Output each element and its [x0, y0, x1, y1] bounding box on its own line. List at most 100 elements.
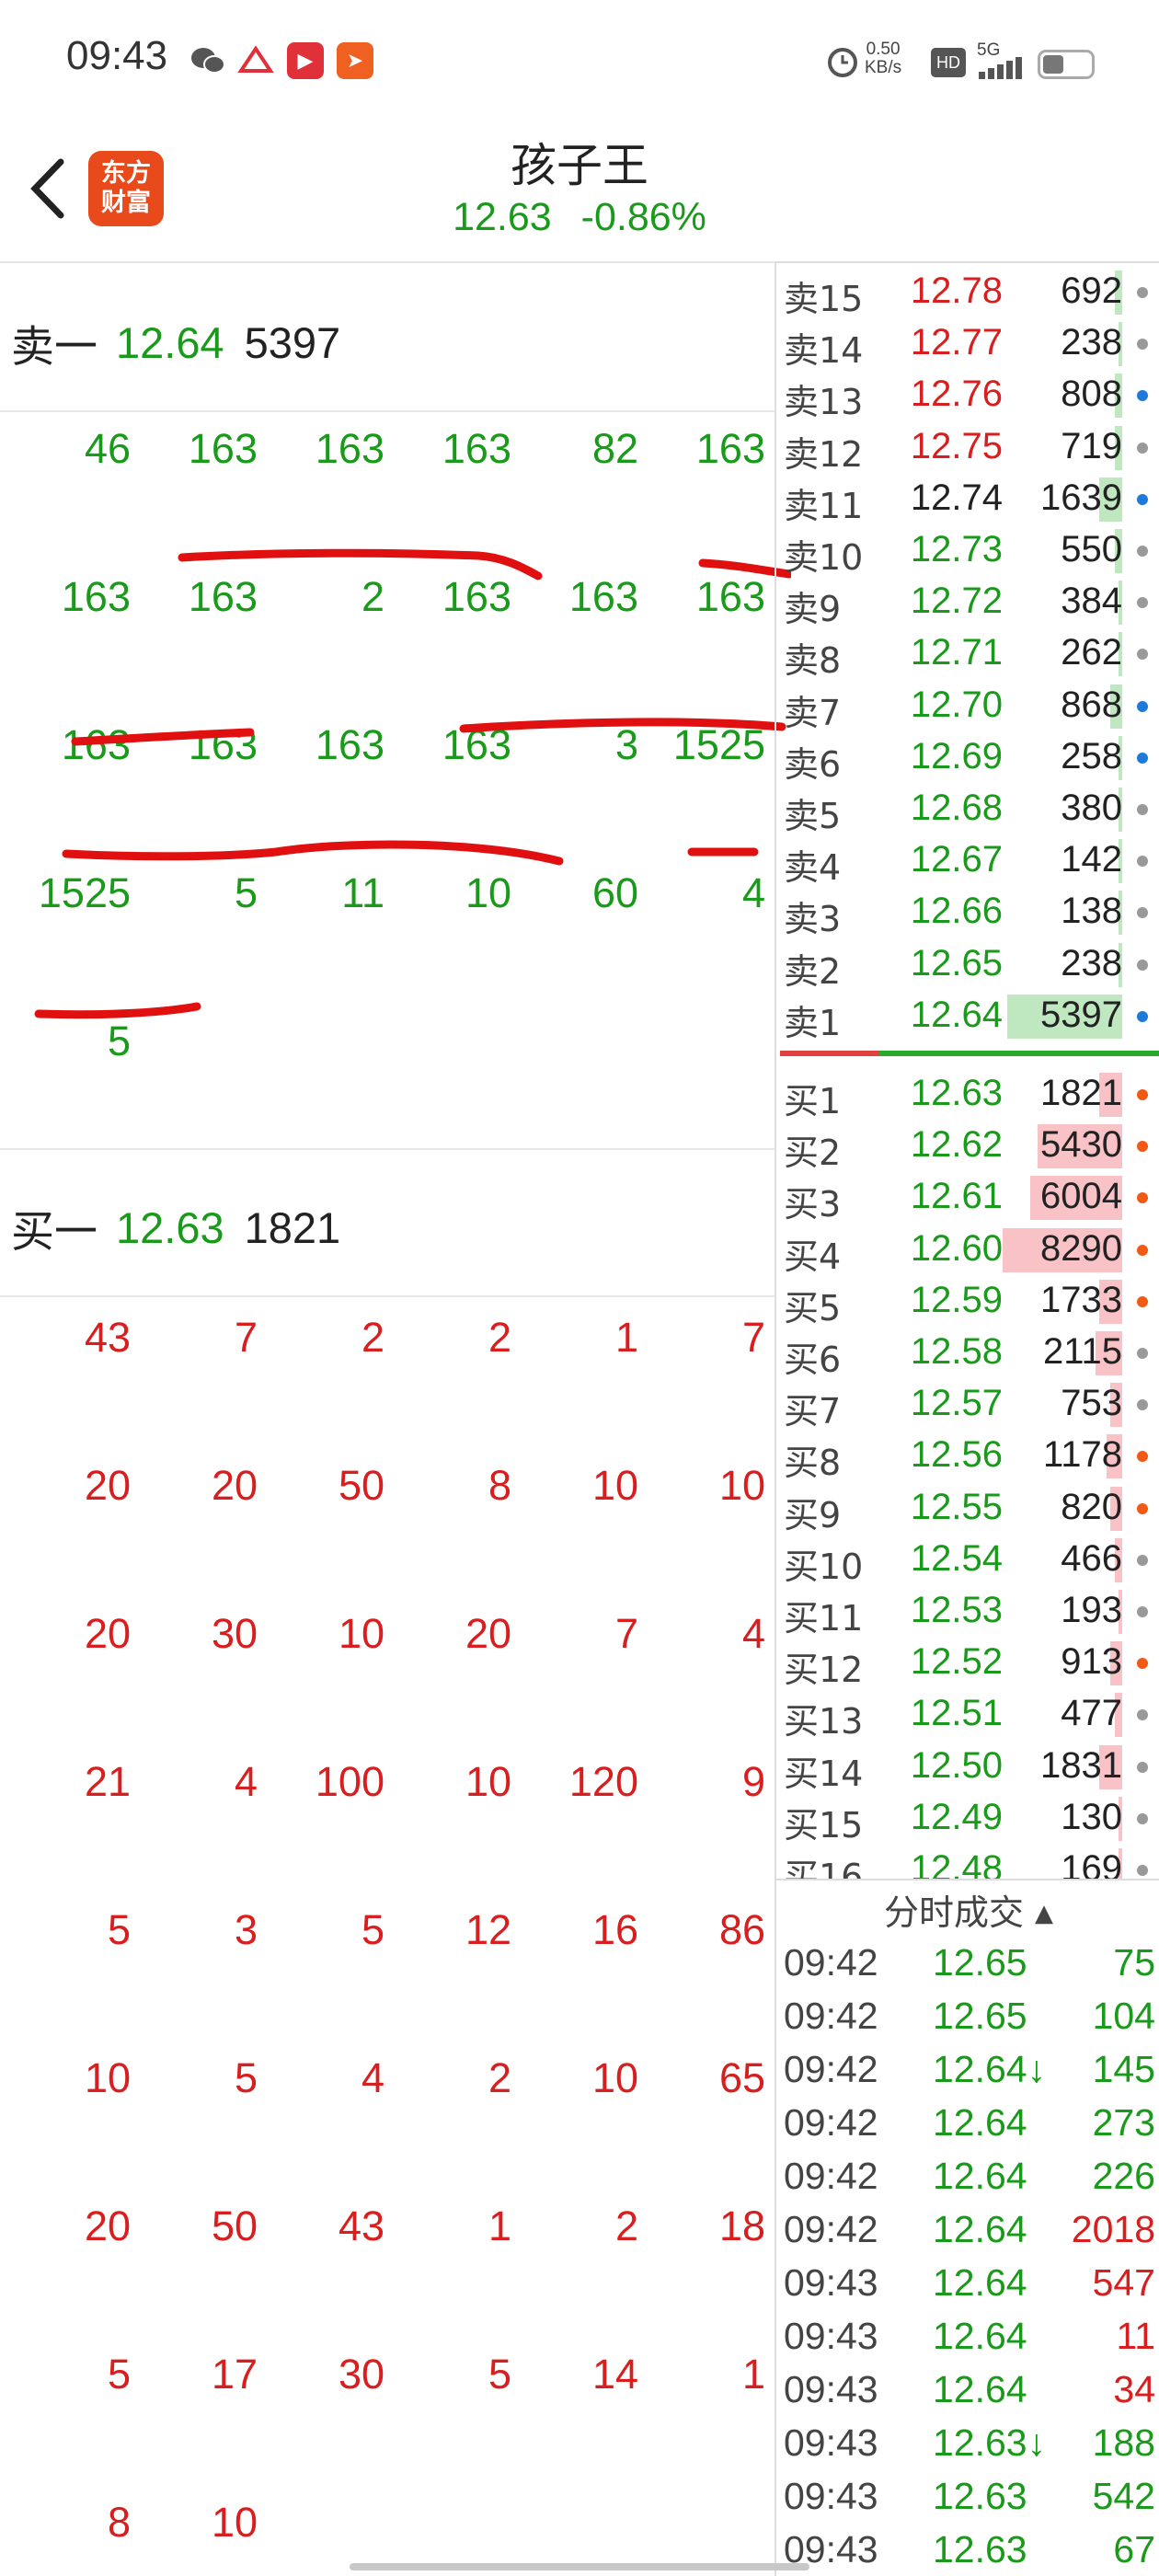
order-dot-icon: [1137, 1761, 1148, 1773]
level-label: 卖10: [784, 537, 864, 578]
order-book-row[interactable]: 买11 12.53 193: [776, 1586, 1159, 1639]
level-label: 买11: [784, 1598, 864, 1639]
order-book-row[interactable]: 买7 12.57 753: [776, 1379, 1159, 1432]
order-book-row[interactable]: 卖14 12.77 238: [776, 318, 1159, 371]
trade-row[interactable]: 09:43 12.63↓ 188: [776, 2418, 1159, 2469]
trade-row[interactable]: 09:42 12.65 104: [776, 1991, 1159, 2042]
level-volume: 5397: [1040, 994, 1122, 1035]
order-dot-icon: [1137, 1606, 1148, 1617]
order-dot-icon: [1137, 1554, 1148, 1566]
trade-volume: 226: [1092, 2155, 1155, 2197]
order-book-row[interactable]: 买8 12.56 1178: [776, 1431, 1159, 1483]
trade-row[interactable]: 09:42 12.64↓ 145: [776, 2044, 1159, 2096]
trade-price: 12.64: [933, 2101, 1027, 2144]
level-price: 12.56: [910, 1434, 1003, 1476]
level-price: 12.57: [910, 1383, 1003, 1424]
alarm-icon: [824, 42, 861, 79]
order-book-row[interactable]: 卖2 12.65 238: [776, 939, 1159, 992]
order-book-row[interactable]: 买16 12.48 169: [776, 1845, 1159, 1879]
level-label: 卖1: [784, 1002, 842, 1043]
order-book-row[interactable]: 买3 12.61 6004: [776, 1172, 1159, 1225]
trade-time: 09:42: [784, 1941, 878, 1984]
queue-order: 30: [338, 2351, 384, 2398]
order-book-row[interactable]: 买4 12.60 8290: [776, 1225, 1159, 1277]
divider: [0, 1148, 775, 1150]
level-price: 12.65: [910, 942, 1003, 983]
annotation-stroke: [34, 1002, 201, 1019]
order-book-row[interactable]: 卖11 12.74 1639: [776, 474, 1159, 526]
queue-order: 18: [718, 2202, 765, 2249]
order-dot-icon: [1137, 546, 1148, 557]
level-price: 12.50: [910, 1744, 1003, 1786]
order-dot-icon: [1137, 1865, 1148, 1876]
order-book-row[interactable]: 买12 12.52 913: [776, 1638, 1159, 1690]
order-book-row[interactable]: 卖8 12.71 262: [776, 628, 1159, 681]
order-book-row[interactable]: 买10 12.54 466: [776, 1535, 1159, 1587]
order-book-row[interactable]: 卖6 12.69 258: [776, 732, 1159, 785]
queue-row: 5: [0, 1018, 775, 1073]
order-dot-icon: [1137, 1502, 1148, 1514]
order-book-row[interactable]: 买9 12.55 820: [776, 1483, 1159, 1535]
trade-row[interactable]: 09:42 12.64 2018: [776, 2204, 1159, 2256]
trade-row[interactable]: 09:43 12.64 11: [776, 2311, 1159, 2363]
order-book-row[interactable]: 买1 12.63 1821: [776, 1069, 1159, 1121]
order-book-row[interactable]: 卖12 12.75 719: [776, 422, 1159, 475]
trade-row[interactable]: 09:42 12.64 273: [776, 2098, 1159, 2149]
battery-icon: [1038, 50, 1095, 79]
order-book-row[interactable]: 卖9 12.72 384: [776, 577, 1159, 629]
queue-row: 10 5 4 2 10 65: [0, 2054, 775, 2110]
queue-order: 9: [741, 1758, 765, 1805]
order-book-row[interactable]: 买6 12.58 2115: [776, 1328, 1159, 1380]
order-book-row[interactable]: 买15 12.49 130: [776, 1793, 1159, 1846]
trade-row[interactable]: 09:43 12.63 542: [776, 2471, 1159, 2523]
order-book-row[interactable]: 卖3 12.66 138: [776, 887, 1159, 939]
queue-order: 1525: [38, 869, 131, 916]
queue-order: 50: [338, 1462, 384, 1509]
order-dot-icon: [1137, 1295, 1148, 1307]
level-label: 买2: [784, 1133, 842, 1174]
level-volume: 2115: [1042, 1331, 1122, 1372]
order-dot-icon: [1137, 1709, 1148, 1721]
trade-row[interactable]: 09:42 12.65 75: [776, 1938, 1159, 1989]
trade-row[interactable]: 09:42 12.64 226: [776, 2151, 1159, 2202]
order-book-row[interactable]: 卖13 12.76 808: [776, 370, 1159, 422]
order-dot-icon: [1137, 959, 1148, 971]
order-book-row[interactable]: 卖7 12.70 868: [776, 681, 1159, 733]
order-dot-icon: [1137, 804, 1148, 815]
level-label: 卖7: [784, 692, 842, 733]
queue-order: 163: [442, 721, 511, 768]
trade-time: 09:42: [784, 1995, 878, 2037]
trade-row[interactable]: 09:43 12.64 547: [776, 2258, 1159, 2309]
douyin-icon: ▶: [287, 42, 324, 79]
order-book-row[interactable]: 卖1 12.64 5397: [776, 991, 1159, 1043]
order-book-row[interactable]: 买13 12.51 477: [776, 1689, 1159, 1742]
level-price: 12.67: [910, 839, 1003, 880]
bid-ask-ratio-bar-ask: [879, 1051, 1159, 1056]
order-book-row[interactable]: 买5 12.59 1733: [776, 1276, 1159, 1328]
trades-toggle[interactable]: 分时成交 ▲: [776, 1884, 1159, 1936]
bid-levels[interactable]: 买1 12.63 1821 买2 12.62 5430 买3 12.61 6004 买4 12.60…: [776, 1069, 1159, 1879]
level-price: 12.59: [910, 1279, 1003, 1320]
queue-row: 21 4 100 10 120 9: [0, 1758, 775, 1813]
level-price: 12.61: [910, 1176, 1003, 1217]
trade-row[interactable]: 09:43 12.63 67: [776, 2524, 1159, 2576]
level-price: 12.51: [910, 1693, 1003, 1734]
order-book-row[interactable]: 买14 12.50 1831: [776, 1742, 1159, 1794]
order-book-row[interactable]: 卖10 12.73 550: [776, 525, 1159, 578]
queue-row: 46 163 163 163 82 163: [0, 425, 775, 480]
home-indicator[interactable]: [350, 2563, 809, 2570]
queue-order: 163: [695, 425, 765, 472]
trade-volume: 542: [1092, 2475, 1155, 2517]
queue-order: 163: [315, 721, 384, 768]
level-price: 12.71: [910, 632, 1003, 673]
trade-volume: 2018: [1071, 2208, 1155, 2250]
queue-order: 8: [107, 2499, 131, 2546]
divider: [0, 1295, 775, 1297]
trade-row[interactable]: 09:43 12.64 34: [776, 2364, 1159, 2416]
order-book-row[interactable]: 卖5 12.68 380: [776, 784, 1159, 836]
order-book-row[interactable]: 卖4 12.67 142: [776, 835, 1159, 888]
order-book-row[interactable]: 卖15 12.78 692: [776, 267, 1159, 319]
order-book-row[interactable]: 买2 12.62 5430: [776, 1121, 1159, 1173]
trades-title: 分时成交: [883, 1892, 1024, 1933]
level-label: 买13: [784, 1701, 864, 1742]
